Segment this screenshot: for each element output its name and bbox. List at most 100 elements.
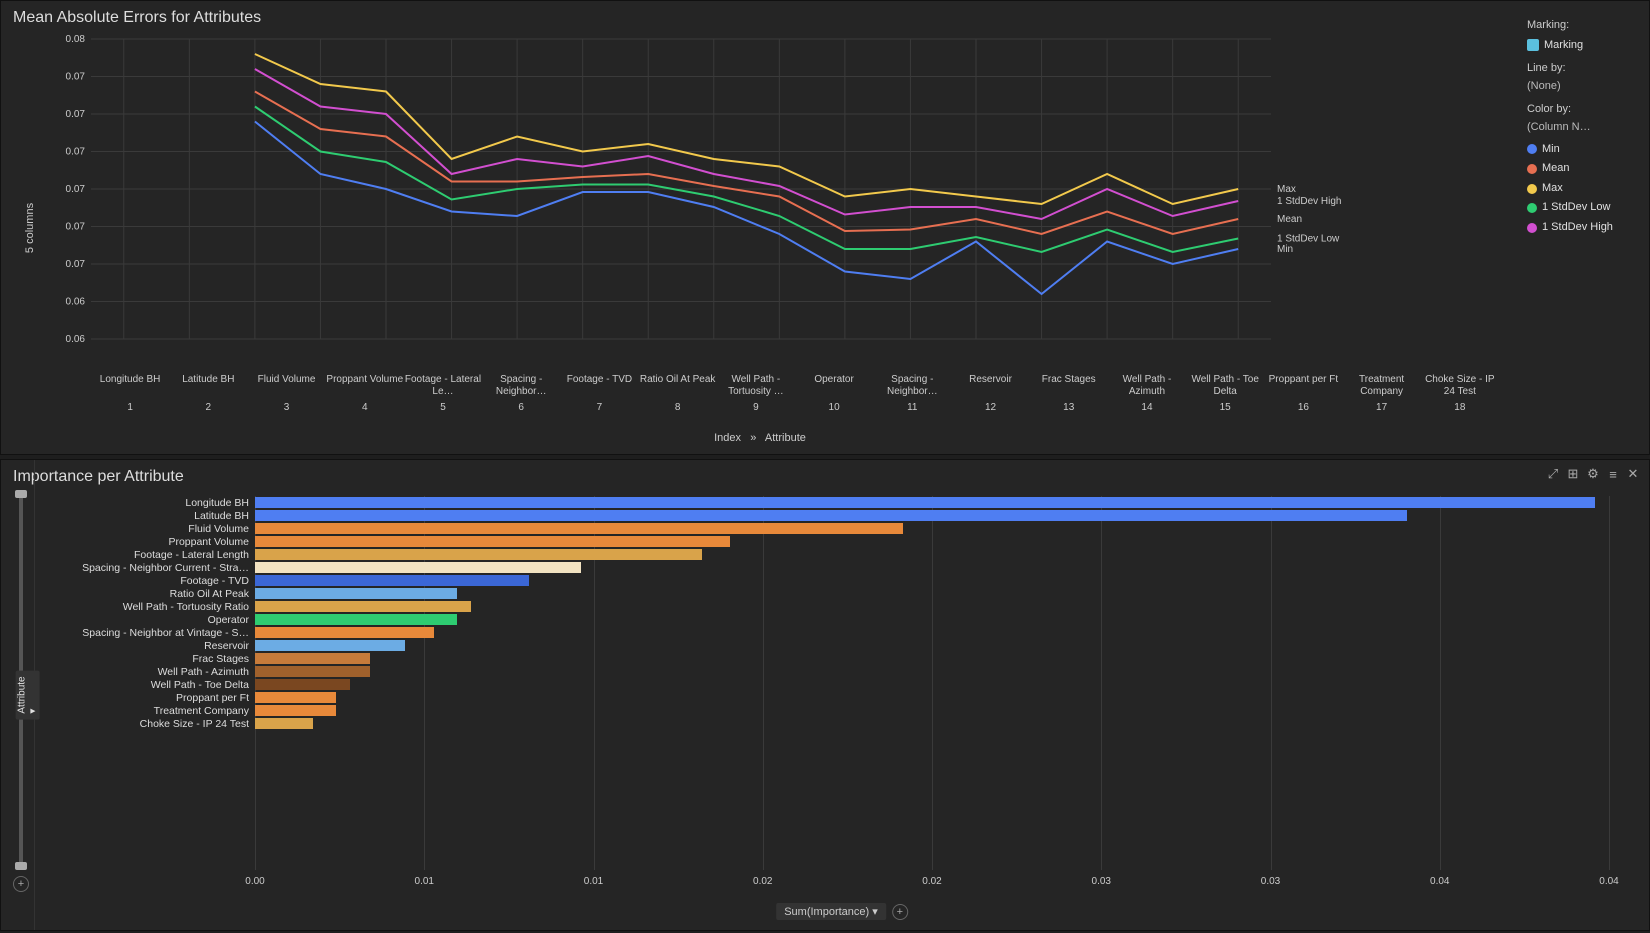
x-title-sep: »: [750, 432, 756, 444]
svg-text:0.07: 0.07: [66, 222, 86, 233]
bar-fill: [255, 523, 903, 534]
bar-track: [255, 536, 1609, 547]
x-axis-selector: Sum(Importance) ▾ +: [776, 903, 908, 920]
bar-fill: [255, 536, 730, 547]
svg-text:0.07: 0.07: [66, 147, 86, 158]
bar-row[interactable]: Footage - Lateral Length: [55, 548, 1609, 561]
legend-lineby-value: (None): [1527, 78, 1641, 96]
bar-x-tick: 0.00: [245, 876, 264, 887]
bar-row[interactable]: Operator: [55, 613, 1609, 626]
bar-row[interactable]: Well Path - Azimuth: [55, 665, 1609, 678]
y-slider-thumb-top[interactable]: [15, 490, 27, 498]
legend-item[interactable]: Min: [1527, 141, 1641, 159]
bar-row[interactable]: Frac Stages: [55, 652, 1609, 665]
bar-label: Footage - TVD: [55, 575, 255, 587]
legend-item[interactable]: Max: [1527, 180, 1641, 198]
legend-item[interactable]: Mean: [1527, 160, 1641, 178]
bar-row[interactable]: Treatment Company: [55, 704, 1609, 717]
bar-label: Choke Size - IP 24 Test: [55, 718, 255, 730]
bar-row[interactable]: Proppant per Ft: [55, 691, 1609, 704]
bar-row[interactable]: Longitude BH: [55, 496, 1609, 509]
bar-track: [255, 549, 1609, 560]
legend-series-list: MinMean Max1 StdDev Low 1 StdDev High: [1527, 141, 1641, 237]
legend-item-label: Mean: [1542, 160, 1570, 178]
bar-row[interactable]: Well Path - Toe Delta: [55, 678, 1609, 691]
bar-track: [255, 497, 1609, 508]
y-axis-controls: + Attribute ▾: [1, 460, 35, 930]
x-category-label: Choke Size - IP 24 Test18: [1421, 374, 1499, 414]
bar-chart-x-ticks: 0.000.010.010.020.020.030.030.040.04: [255, 876, 1609, 890]
bar-fill: [255, 666, 370, 677]
bar-label: Proppant Volume: [55, 536, 255, 548]
legend-item[interactable]: 1 StdDev High: [1527, 219, 1641, 237]
bar-row[interactable]: Reservoir: [55, 639, 1609, 652]
line-chart-x-title: Index » Attribute: [1, 432, 1519, 444]
legend-marking-item[interactable]: Marking: [1527, 37, 1641, 55]
bar-track: [255, 601, 1609, 612]
bar-label: Well Path - Azimuth: [55, 666, 255, 678]
bar-track: [255, 692, 1609, 703]
bar-row[interactable]: Spacing - Neighbor Current - Stra…: [55, 561, 1609, 574]
bar-label: Spacing - Neighbor at Vintage - S…: [55, 627, 255, 639]
legend-item[interactable]: 1 StdDev Low: [1527, 199, 1641, 217]
bar-track: [255, 679, 1609, 690]
svg-text:1 StdDev Low: 1 StdDev Low: [1277, 234, 1340, 245]
bar-track: [255, 718, 1609, 729]
y-slider-thumb-bottom[interactable]: [15, 862, 27, 870]
bar-label: Well Path - Toe Delta: [55, 679, 255, 691]
bar-row[interactable]: Well Path - Tortuosity Ratio: [55, 600, 1609, 613]
svg-text:Min: Min: [1277, 244, 1293, 255]
bar-track: [255, 523, 1609, 534]
y-axis-add-button[interactable]: +: [13, 876, 29, 892]
bar-fill: [255, 705, 336, 716]
bar-fill: [255, 510, 1407, 521]
legend-colorby-value: (Column N…: [1527, 119, 1641, 137]
legend-dot: [1527, 144, 1537, 154]
bar-label: Treatment Company: [55, 705, 255, 717]
bar-row[interactable]: Fluid Volume: [55, 522, 1609, 535]
line-chart-x-labels: Longitude BH1Latitude BH2Fluid Volume3Pr…: [91, 374, 1499, 414]
line-chart-area: 0.060.060.070.070.070.070.070.070.08Max1…: [1, 1, 1519, 454]
x-axis-add-button[interactable]: +: [892, 904, 908, 920]
x-category-label: Footage - TVD7: [560, 374, 638, 414]
bar-fill: [255, 549, 702, 560]
bar-row[interactable]: Ratio Oil At Peak: [55, 587, 1609, 600]
x-category-label: Fluid Volume3: [247, 374, 325, 414]
x-category-label: Proppant per Ft16: [1264, 374, 1342, 414]
legend-dot: [1527, 184, 1537, 194]
legend-item-label: Max: [1542, 180, 1563, 198]
x-category-label: Footage - Lateral Le…5: [404, 374, 482, 414]
legend-lineby-label: Line by:: [1527, 60, 1641, 78]
bar-label: Frac Stages: [55, 653, 255, 665]
svg-text:0.06: 0.06: [66, 297, 86, 308]
bar-x-tick: 0.01: [584, 876, 603, 887]
x-category-label: Proppant Volume4: [326, 374, 404, 414]
bar-label: Proppant per Ft: [55, 692, 255, 704]
bar-track: [255, 705, 1609, 716]
bar-x-tick: 0.02: [753, 876, 772, 887]
mae-panel: Mean Absolute Errors for Attributes 5 co…: [0, 0, 1650, 455]
bar-label: Longitude BH: [55, 497, 255, 509]
bar-x-tick: 0.03: [1092, 876, 1111, 887]
x-category-label: Treatment Company17: [1343, 374, 1421, 414]
bar-fill: [255, 497, 1595, 508]
bar-chart-area[interactable]: Longitude BH Latitude BH Fluid Volume Pr…: [35, 460, 1649, 930]
svg-text:Mean: Mean: [1277, 214, 1302, 225]
bar-row[interactable]: Spacing - Neighbor at Vintage - S…: [55, 626, 1609, 639]
x-title-attr: Attribute: [765, 432, 806, 444]
svg-text:0.06: 0.06: [66, 334, 86, 345]
bar-row[interactable]: Proppant Volume: [55, 535, 1609, 548]
line-chart-svg[interactable]: 0.060.060.070.070.070.070.070.070.08Max1…: [51, 29, 1371, 369]
bar-row[interactable]: Choke Size - IP 24 Test: [55, 717, 1609, 730]
x-category-label: Operator10: [795, 374, 873, 414]
bar-row[interactable]: Footage - TVD: [55, 574, 1609, 587]
x-axis-selector-button[interactable]: Sum(Importance) ▾: [776, 903, 886, 920]
x-category-label: Ratio Oil At Peak8: [639, 374, 717, 414]
svg-text:0.07: 0.07: [66, 109, 86, 120]
bar-label: Latitude BH: [55, 510, 255, 522]
bar-fill: [255, 692, 336, 703]
bar-row[interactable]: Latitude BH: [55, 509, 1609, 522]
svg-text:0.08: 0.08: [66, 34, 86, 45]
legend-item-label: 1 StdDev High: [1542, 219, 1613, 237]
bar-track: [255, 562, 1609, 573]
